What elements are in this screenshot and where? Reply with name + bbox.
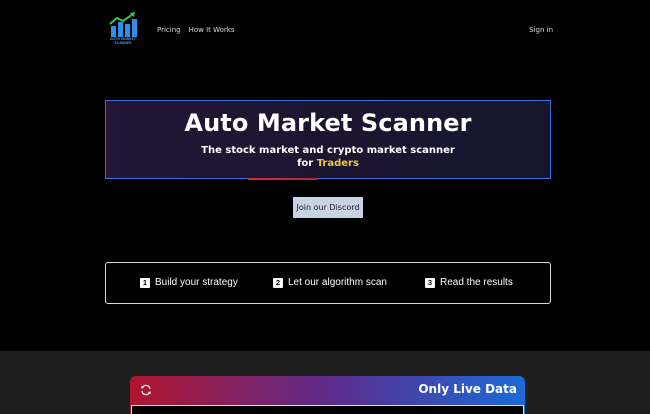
step-item: 3 Read the results bbox=[425, 277, 513, 288]
signin-link[interactable]: Sign in bbox=[529, 26, 553, 34]
hero-banner: Auto Market Scanner The stock market and… bbox=[105, 100, 551, 180]
step-item: 2 Let our algorithm scan bbox=[273, 277, 387, 288]
live-data-label: Only Live Data bbox=[418, 382, 517, 396]
hero-subtitle: The stock market and crypto market scann… bbox=[106, 144, 550, 170]
step-number-1-icon: 1 bbox=[140, 277, 150, 288]
step-item: 1 Build your strategy bbox=[140, 277, 238, 288]
hero-accent-line bbox=[248, 178, 318, 180]
nav-links: Pricing How It Works bbox=[157, 26, 235, 34]
hero-title: Auto Market Scanner bbox=[184, 109, 472, 137]
step-label: Let our algorithm scan bbox=[288, 277, 387, 288]
step-label: Read the results bbox=[440, 277, 513, 288]
steps-panel: 1 Build your strategy 2 Let our algorith… bbox=[105, 262, 551, 304]
nav-link-pricing[interactable]: Pricing bbox=[157, 26, 181, 34]
live-data-card: Only Live Data bbox=[130, 376, 525, 414]
logo-chart-icon bbox=[109, 12, 137, 37]
nav-link-how-it-works[interactable]: How It Works bbox=[189, 26, 235, 34]
step-label: Build your strategy bbox=[155, 277, 238, 288]
navbar: AUTO MARKET SCANNER Pricing How It Works… bbox=[0, 0, 650, 60]
step-number-3-icon: 3 bbox=[425, 277, 435, 288]
refresh-icon[interactable] bbox=[140, 384, 152, 396]
step-number-2-icon: 2 bbox=[273, 277, 283, 288]
logo-text: AUTO MARKET SCANNER bbox=[110, 37, 136, 45]
hero-subtitle-highlight: Traders bbox=[316, 158, 359, 169]
join-discord-button[interactable]: Join our Discord bbox=[293, 197, 363, 218]
hero-subtitle-line1: The stock market and crypto market scann… bbox=[201, 145, 455, 156]
live-data-body bbox=[131, 405, 524, 414]
hero-subtitle-for: for bbox=[297, 158, 314, 169]
logo[interactable]: AUTO MARKET SCANNER bbox=[108, 12, 138, 48]
